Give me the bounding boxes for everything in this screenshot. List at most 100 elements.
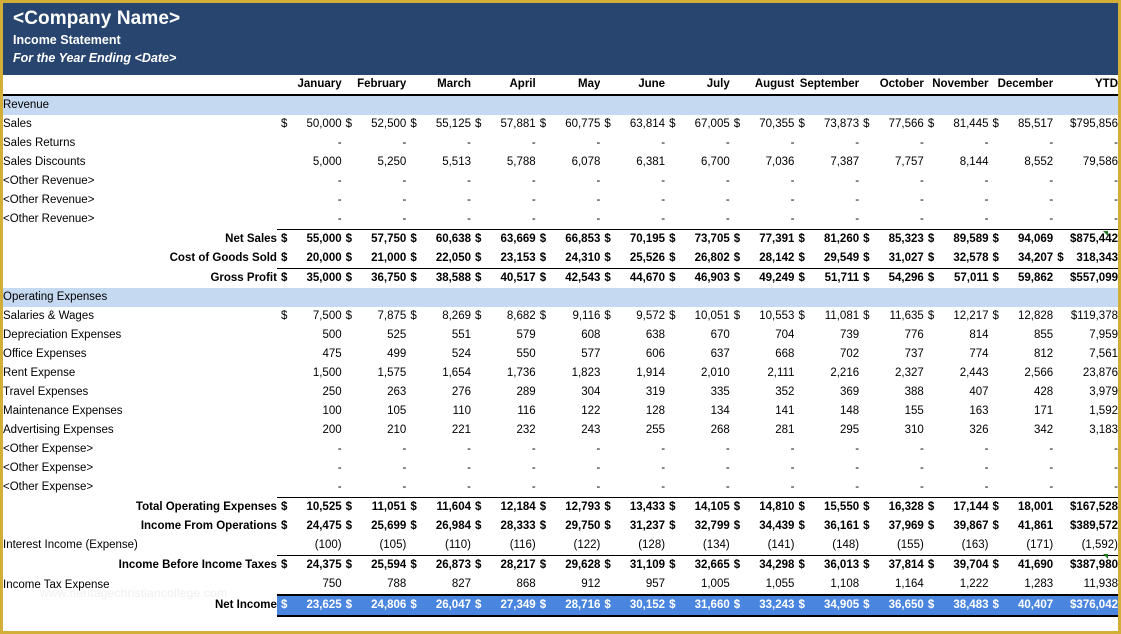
column-header-may[interactable]: May xyxy=(536,75,601,95)
row-label[interactable]: Gross Profit xyxy=(3,269,277,289)
cell-value[interactable]: $11,635 xyxy=(859,307,924,326)
row-label[interactable]: Sales Discounts xyxy=(3,153,277,172)
column-header-ytd[interactable]: YTD xyxy=(1053,75,1118,95)
cell-value[interactable]: (100) xyxy=(277,536,342,556)
cell-value[interactable]: $26,802 xyxy=(665,249,730,269)
cell-value[interactable]: $12,217 xyxy=(924,307,989,326)
cell-value[interactable]: 304 xyxy=(536,383,601,402)
cell-value[interactable]: $31,109 xyxy=(600,556,665,576)
cell-value[interactable]: - xyxy=(665,478,730,498)
cell-value[interactable]: - xyxy=(989,191,1054,210)
cell-value[interactable]: - xyxy=(406,478,471,498)
row-label[interactable]: Office Expenses xyxy=(3,345,277,364)
cell-value[interactable]: - xyxy=(989,134,1054,153)
row-label[interactable]: <Other Revenue> xyxy=(3,172,277,191)
cell-value[interactable]: - xyxy=(665,459,730,478)
row-label[interactable]: Income Before Income Taxes xyxy=(3,556,277,576)
cell-value[interactable]: - xyxy=(536,172,601,191)
cell-value[interactable]: 2,443 xyxy=(924,364,989,383)
cell-value[interactable]: - xyxy=(406,172,471,191)
cell-value[interactable]: $30,152 xyxy=(600,595,665,616)
cell-value[interactable]: - xyxy=(794,440,859,459)
cell-value[interactable]: $73,705 xyxy=(665,230,730,250)
cell-value[interactable]: - xyxy=(277,478,342,498)
cell-value[interactable]: $12,793 xyxy=(536,498,601,518)
cell-value[interactable]: $28,217 xyxy=(471,556,536,576)
cell-value[interactable]: 912 xyxy=(536,575,601,595)
cell-value[interactable]: 1,164 xyxy=(859,575,924,595)
column-header-october[interactable]: October xyxy=(859,75,924,95)
cell-value[interactable]: $36,013 xyxy=(794,556,859,576)
row-label[interactable]: Advertising Expenses xyxy=(3,421,277,440)
cell-value[interactable]: - xyxy=(794,134,859,153)
cell-value[interactable]: 110 xyxy=(406,402,471,421)
cell-value[interactable]: $23,625 xyxy=(277,595,342,616)
cell-value[interactable]: 957 xyxy=(600,575,665,595)
cell-value[interactable]: - xyxy=(471,172,536,191)
cell-value[interactable]: $27,349 xyxy=(471,595,536,616)
cell-value[interactable]: $24,806 xyxy=(342,595,407,616)
cell-value[interactable]: $8,269 xyxy=(406,307,471,326)
cell-value[interactable]: 855 xyxy=(989,326,1054,345)
cell-value[interactable]: 171 xyxy=(989,402,1054,421)
row-label[interactable]: Salaries & Wages xyxy=(3,307,277,326)
cell-value[interactable]: - xyxy=(600,191,665,210)
cell-value[interactable]: 868 xyxy=(471,575,536,595)
cell-value[interactable]: (163) xyxy=(924,536,989,556)
column-header-february[interactable]: February xyxy=(342,75,407,95)
cell-value[interactable]: - xyxy=(989,459,1054,478)
cell-value[interactable]: $55,000 xyxy=(277,230,342,250)
cell-value[interactable]: $40,517 xyxy=(471,269,536,289)
cell-value[interactable]: $50,000 xyxy=(277,115,342,134)
cell-value[interactable]: $44,670 xyxy=(600,269,665,289)
cell-value[interactable]: - xyxy=(730,459,795,478)
cell-value[interactable]: $875,442 xyxy=(1053,230,1118,250)
cell-value[interactable]: $26,984 xyxy=(406,517,471,536)
cell-value[interactable]: $38,588 xyxy=(406,269,471,289)
cell-value[interactable]: $20,000 xyxy=(277,249,342,269)
cell-value[interactable]: $55,125 xyxy=(406,115,471,134)
cell-value[interactable]: $60,638 xyxy=(406,230,471,250)
cell-value[interactable]: - xyxy=(536,440,601,459)
cell-value[interactable]: $57,011 xyxy=(924,269,989,289)
cell-value[interactable]: - xyxy=(1053,459,1118,478)
cell-value[interactable]: $7,875 xyxy=(342,307,407,326)
cell-value[interactable]: $11,604 xyxy=(406,498,471,518)
cell-value[interactable]: $26,047 xyxy=(406,595,471,616)
cell-value[interactable]: $12,828 xyxy=(989,307,1054,326)
cell-value[interactable]: $29,628 xyxy=(536,556,601,576)
cell-value[interactable]: $29,549 xyxy=(794,249,859,269)
cell-value[interactable]: (110) xyxy=(406,536,471,556)
cell-value[interactable]: - xyxy=(406,440,471,459)
cell-value[interactable]: $38,483 xyxy=(924,595,989,616)
cell-value[interactable]: 7,757 xyxy=(859,153,924,172)
cell-value[interactable]: $13,433 xyxy=(600,498,665,518)
cell-value[interactable]: 577 xyxy=(536,345,601,364)
cell-value[interactable]: 310 xyxy=(859,421,924,440)
cell-value[interactable]: 105 xyxy=(342,402,407,421)
cell-value[interactable]: $387,980 xyxy=(1053,556,1118,576)
cell-value[interactable]: 2,216 xyxy=(794,364,859,383)
cell-value[interactable]: - xyxy=(342,172,407,191)
cell-value[interactable]: 7,387 xyxy=(794,153,859,172)
row-label[interactable]: Income Tax Expense xyxy=(3,575,277,595)
cell-value[interactable]: $77,391 xyxy=(730,230,795,250)
cell-value[interactable]: 8,552 xyxy=(989,153,1054,172)
cell-value[interactable]: $11,051 xyxy=(342,498,407,518)
cell-value[interactable]: - xyxy=(859,191,924,210)
cell-value[interactable]: - xyxy=(730,172,795,191)
cell-value[interactable]: 1,500 xyxy=(277,364,342,383)
cell-value[interactable]: $28,333 xyxy=(471,517,536,536)
cell-value[interactable]: - xyxy=(600,459,665,478)
cell-value[interactable]: - xyxy=(665,134,730,153)
cell-value[interactable]: - xyxy=(471,210,536,230)
cell-value[interactable]: - xyxy=(730,210,795,230)
cell-value[interactable]: $24,375 xyxy=(277,556,342,576)
cell-value[interactable]: (116) xyxy=(471,536,536,556)
cell-value[interactable]: - xyxy=(794,191,859,210)
cell-value[interactable]: 5,513 xyxy=(406,153,471,172)
row-label[interactable]: Maintenance Expenses xyxy=(3,402,277,421)
cell-value[interactable]: 134 xyxy=(665,402,730,421)
cell-value[interactable]: $557,099 xyxy=(1053,269,1118,289)
cell-value[interactable]: $42,543 xyxy=(536,269,601,289)
